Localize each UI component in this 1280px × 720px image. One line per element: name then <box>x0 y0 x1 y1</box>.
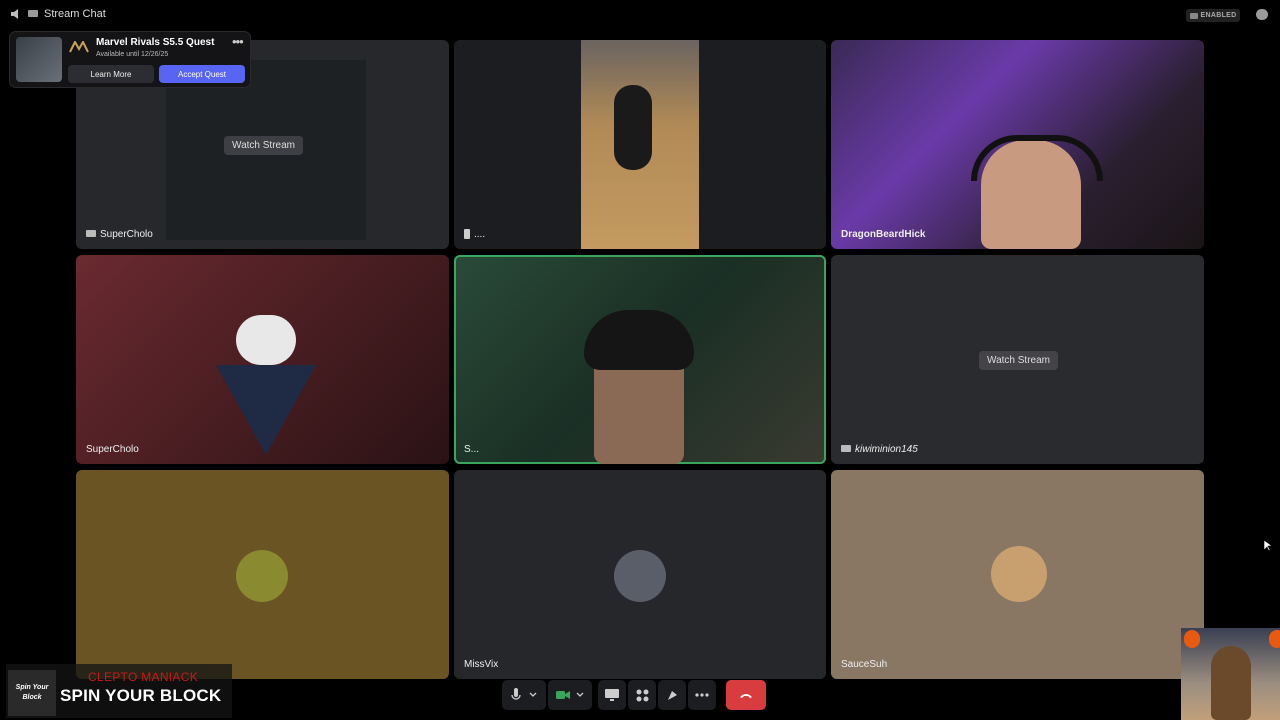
now-playing-overlay: Spin Your Block CLEPTO MANIACK SPIN YOUR… <box>6 664 232 718</box>
avatar <box>614 550 666 602</box>
quest-title: Marvel Rivals S5.5 Quest <box>96 37 215 48</box>
bandana <box>216 365 316 455</box>
headphones <box>971 135 1103 181</box>
disconnect-button[interactable] <box>726 680 766 710</box>
participant-name: SuperCholo <box>86 443 139 455</box>
participant-name: SuperCholo <box>82 226 157 242</box>
mic-button[interactable] <box>502 680 546 710</box>
window-title: Stream Chat <box>44 8 106 20</box>
video-tile-6[interactable]: Watch Stream kiwiminion145 <box>831 255 1204 464</box>
screen-icon <box>1189 12 1198 19</box>
artist-name: CLEPTO MANIACK <box>88 670 199 684</box>
activities-button[interactable] <box>628 680 656 710</box>
corner-overlay-art <box>1181 628 1280 720</box>
soundboard-button[interactable] <box>658 680 686 710</box>
balloon <box>1269 630 1280 648</box>
enabled-label: ENABLED <box>1200 12 1237 19</box>
participant-name: .... <box>460 226 489 242</box>
stream-icon <box>841 445 851 452</box>
song-title: SPIN YOUR BLOCK <box>60 686 222 705</box>
camera-icon <box>556 691 570 699</box>
video-tile-2[interactable]: .... <box>454 40 826 249</box>
video-tile-8[interactable]: MissVix <box>454 470 826 679</box>
quest-subtitle: Available until 12/26/25 <box>96 51 169 58</box>
phone-icon <box>464 229 470 239</box>
participant-name: S... <box>464 443 480 455</box>
learn-more-button[interactable]: Learn More <box>68 65 154 83</box>
chevron-down-icon[interactable] <box>529 692 537 698</box>
top-bar: Stream Chat ENABLED <box>0 0 1280 30</box>
participant-name: kiwiminion145 <box>837 441 922 457</box>
character-figure <box>1211 646 1251 720</box>
more-icon <box>695 693 709 697</box>
stream-icon <box>86 230 96 237</box>
stream-icon <box>28 10 38 17</box>
screen-share-button[interactable] <box>598 680 626 710</box>
chat-icon[interactable] <box>1256 9 1268 20</box>
screen-share-icon <box>605 689 619 701</box>
enabled-badge[interactable]: ENABLED <box>1186 9 1240 22</box>
activities-icon <box>636 689 648 701</box>
watch-stream-button[interactable]: Watch Stream <box>224 136 303 155</box>
participant-name: MissVix <box>464 658 499 670</box>
quest-thumbnail <box>16 37 62 82</box>
avatar <box>236 550 288 602</box>
video-tile-9[interactable]: SauceSuh <box>831 470 1204 679</box>
album-art: Spin Your Block <box>8 670 56 716</box>
window-title-group: Stream Chat <box>10 8 106 20</box>
hangup-icon <box>740 693 752 698</box>
balloon <box>1184 630 1200 648</box>
accept-quest-button[interactable]: Accept Quest <box>159 65 245 83</box>
video-tile-4[interactable]: SuperCholo <box>76 255 449 464</box>
skull-mask <box>236 315 296 365</box>
marvel-rivals-logo <box>69 41 89 53</box>
video-tile-5-speaking[interactable]: S... <box>454 255 826 464</box>
video-tile-3[interactable]: DragonBeardHick <box>831 40 1204 249</box>
watch-stream-button[interactable]: Watch Stream <box>979 351 1058 370</box>
mouse-cursor-icon <box>1264 540 1273 552</box>
more-options-icon[interactable]: ••• <box>232 34 244 49</box>
mic-icon <box>511 688 521 700</box>
dog-shape <box>614 85 652 170</box>
speaker-icon[interactable] <box>10 8 22 20</box>
camera-button[interactable] <box>548 680 592 710</box>
participant-name: DragonBeardHick <box>841 228 926 240</box>
video-tile-7[interactable] <box>76 470 449 679</box>
avatar <box>991 546 1047 602</box>
soundboard-icon <box>667 690 677 700</box>
hair <box>584 310 694 370</box>
call-controls <box>502 680 768 710</box>
participant-name: SauceSuh <box>841 658 888 670</box>
chevron-down-icon[interactable] <box>576 692 584 698</box>
quest-popup[interactable]: Marvel Rivals S5.5 Quest Available until… <box>10 32 250 87</box>
more-button[interactable] <box>688 680 716 710</box>
